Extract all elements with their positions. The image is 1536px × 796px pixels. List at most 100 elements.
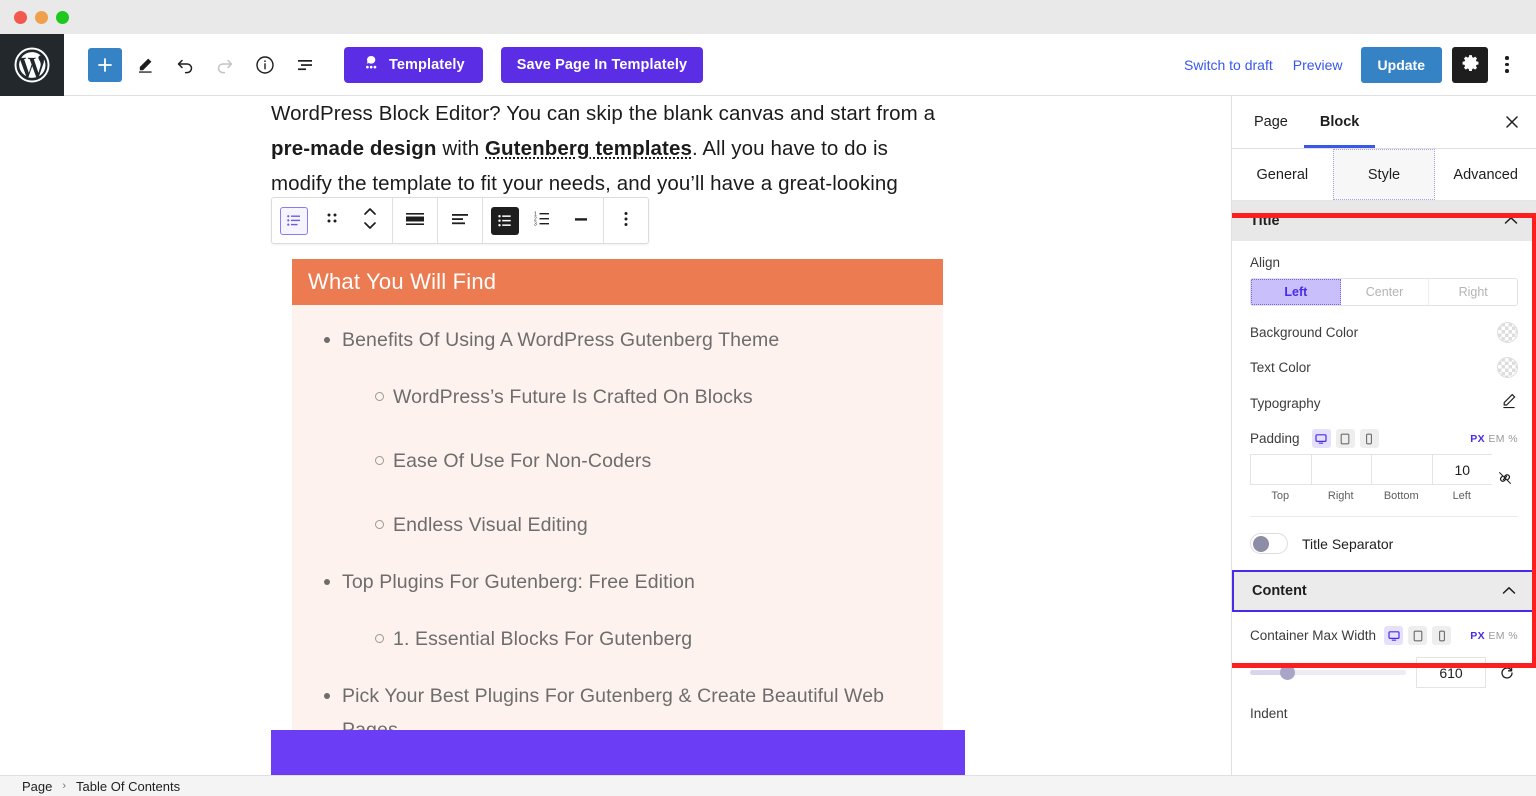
- chevron-up-icon: [1504, 212, 1518, 230]
- update-button[interactable]: Update: [1360, 46, 1442, 83]
- desktop-icon[interactable]: [1384, 626, 1404, 645]
- wordpress-logo[interactable]: [0, 33, 64, 96]
- document-info-button[interactable]: [248, 48, 282, 82]
- unit-percent[interactable]: %: [1508, 630, 1518, 642]
- text-color-swatch[interactable]: [1497, 357, 1518, 378]
- align-label: Align: [1250, 255, 1281, 270]
- toc-item-level2[interactable]: Ease Of Use For Non-Coders: [292, 429, 943, 493]
- dash-list-button[interactable]: [562, 198, 600, 243]
- align-segmented-control: Left Center Right: [1250, 278, 1518, 306]
- padding-top-cell: Top: [1250, 454, 1311, 502]
- text-align-button[interactable]: [441, 198, 479, 243]
- background-color-swatch[interactable]: [1497, 322, 1518, 343]
- breadcrumb-item-page[interactable]: Page: [22, 779, 52, 794]
- title-separator-toggle[interactable]: [1250, 533, 1288, 554]
- templately-button-label: Templately: [389, 56, 465, 73]
- content-device-switcher: [1384, 626, 1452, 645]
- window-minimize-button[interactable]: [35, 10, 48, 24]
- gutenberg-templates-link[interactable]: Gutenberg templates: [485, 137, 692, 160]
- unit-em[interactable]: EM: [1488, 433, 1505, 445]
- toggle-knob: [1253, 535, 1269, 552]
- tab-page[interactable]: Page: [1238, 96, 1304, 148]
- window-maximize-button[interactable]: [56, 10, 69, 24]
- section-header-content[interactable]: Content: [1232, 570, 1536, 612]
- chevron-up-down-icon: [362, 204, 378, 237]
- unit-percent[interactable]: %: [1508, 433, 1518, 445]
- add-block-button[interactable]: [88, 47, 122, 82]
- save-page-in-templately-button[interactable]: Save Page In Templately: [500, 46, 704, 83]
- pencil-edit-icon[interactable]: [1500, 392, 1518, 415]
- more-options-button[interactable]: [1490, 47, 1524, 83]
- block-type-button[interactable]: [275, 198, 313, 243]
- block-toolbar: 1 2 3: [271, 197, 649, 244]
- numbered-list-button[interactable]: 1 2 3: [524, 198, 562, 243]
- list-item[interactable]: Top Plugins For Gutenberg: Free Edition …: [292, 557, 943, 671]
- container-max-width-slider[interactable]: [1250, 665, 1406, 680]
- typography-row: Typography: [1250, 392, 1518, 415]
- padding-left-input[interactable]: [1431, 454, 1492, 485]
- padding-bottom-cell: Bottom: [1371, 454, 1432, 502]
- slider-knob[interactable]: [1279, 665, 1295, 680]
- tab-advanced[interactable]: Advanced: [1435, 149, 1536, 200]
- bullet-list-button[interactable]: [486, 198, 524, 243]
- drag-handle-button[interactable]: [313, 198, 351, 243]
- align-center-option[interactable]: Center: [1340, 279, 1430, 305]
- align-full-width-icon: [404, 210, 426, 231]
- tablet-icon[interactable]: [1408, 626, 1428, 645]
- section-header-title[interactable]: Title: [1232, 201, 1536, 241]
- reset-circular-arrow-icon[interactable]: [1496, 665, 1518, 681]
- preview-button[interactable]: Preview: [1283, 47, 1353, 83]
- templately-button[interactable]: Templately: [344, 46, 483, 83]
- tab-general[interactable]: General: [1232, 149, 1333, 200]
- container-max-width-input[interactable]: [1416, 657, 1486, 688]
- mobile-icon[interactable]: [1359, 429, 1379, 448]
- title-separator-row: Title Separator: [1250, 517, 1518, 570]
- block-more-options-button[interactable]: [607, 198, 645, 243]
- align-full-width-button[interactable]: [396, 198, 434, 243]
- toc-item-level1[interactable]: Benefits Of Using A WordPress Gutenberg …: [292, 315, 943, 365]
- undo-button[interactable]: [168, 48, 202, 82]
- toc-title[interactable]: What You Will Find: [292, 259, 943, 305]
- padding-top-input[interactable]: [1250, 454, 1311, 485]
- list-view-button[interactable]: [288, 48, 322, 82]
- tablet-icon[interactable]: [1335, 429, 1355, 448]
- unit-px[interactable]: PX: [1470, 630, 1485, 642]
- edit-tool-button[interactable]: [128, 48, 162, 82]
- unit-em[interactable]: EM: [1488, 630, 1505, 642]
- settings-sidebar: Page Block General Style Advanced Title: [1231, 96, 1536, 775]
- settings-gear-button[interactable]: [1452, 46, 1488, 83]
- list-item[interactable]: Benefits Of Using A WordPress Gutenberg …: [292, 315, 943, 557]
- move-block-button[interactable]: [351, 198, 389, 243]
- paragraph-text-2: with: [436, 137, 485, 160]
- tab-block[interactable]: Block: [1304, 96, 1376, 148]
- toc-item-level1[interactable]: Top Plugins For Gutenberg: Free Edition: [292, 557, 943, 607]
- toc-item-level2[interactable]: WordPress’s Future Is Crafted On Blocks: [292, 365, 943, 429]
- container-max-width-row: Container Max Width PX EM %: [1250, 626, 1518, 645]
- typography-label: Typography: [1250, 396, 1321, 411]
- toc-item-level2[interactable]: Endless Visual Editing: [292, 493, 943, 557]
- mobile-icon[interactable]: [1432, 626, 1452, 645]
- align-left-option[interactable]: Left: [1251, 279, 1341, 305]
- align-right-option[interactable]: Right: [1429, 279, 1517, 305]
- breadcrumb: Page › Table Of Contents: [0, 775, 1536, 796]
- table-of-contents-block[interactable]: What You Will Find Benefits Of Using A W…: [292, 259, 943, 775]
- padding-bottom-caption: Bottom: [1383, 490, 1419, 502]
- redo-button[interactable]: [208, 48, 242, 82]
- close-sidebar-button[interactable]: [1498, 109, 1526, 137]
- unlink-icon[interactable]: [1492, 470, 1518, 486]
- switch-to-draft-button[interactable]: Switch to draft: [1174, 47, 1283, 83]
- padding-bottom-input[interactable]: [1371, 454, 1432, 485]
- tab-style[interactable]: Style: [1332, 149, 1436, 200]
- editor-canvas[interactable]: WordPress Block Editor? You can skip the…: [0, 96, 1231, 775]
- background-color-row: Background Color: [1250, 322, 1518, 343]
- breadcrumb-item-table-of-contents[interactable]: Table Of Contents: [76, 779, 180, 794]
- window-close-button[interactable]: [14, 10, 27, 24]
- unit-px[interactable]: PX: [1470, 433, 1485, 445]
- section-body-title: Align Left Center Right Background Color…: [1232, 241, 1536, 570]
- padding-right-input[interactable]: [1310, 454, 1371, 485]
- close-icon: [1504, 114, 1520, 133]
- kebab-dot: [1505, 62, 1509, 67]
- desktop-icon[interactable]: [1311, 429, 1331, 448]
- toc-item-level2[interactable]: 1. Essential Blocks For Gutenberg: [292, 607, 943, 671]
- next-block-placeholder[interactable]: [271, 730, 965, 775]
